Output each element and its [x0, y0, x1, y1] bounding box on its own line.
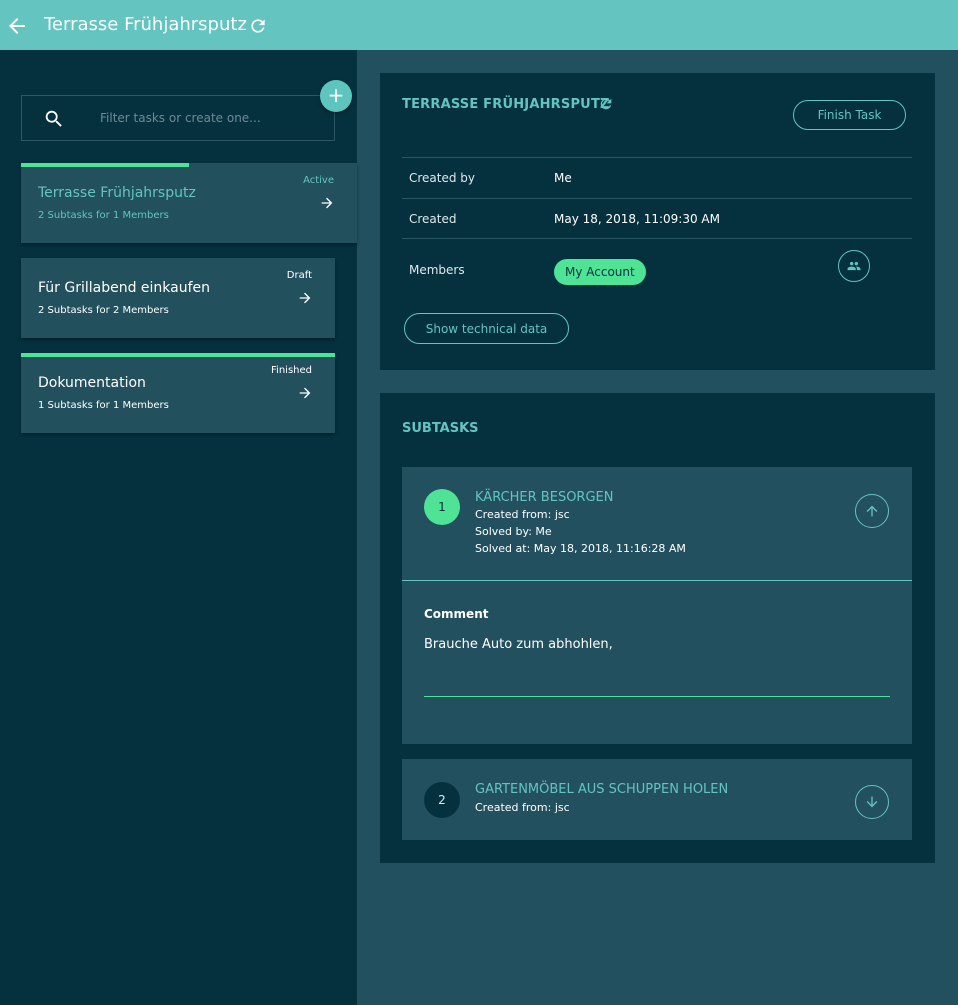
members-label: Members [409, 263, 465, 277]
arrow-right-icon [299, 387, 311, 399]
task-name: Für Grillabend einkaufen [38, 280, 211, 296]
subtask-number: 2 [424, 782, 460, 818]
task-subtitle: 2 Subtasks for 1 Members [38, 210, 169, 221]
members-row: Members My Account [402, 238, 912, 300]
task-detail-panel: TERRASSE FRÜHJAHRSPUTZ Finish Task Creat… [380, 73, 935, 370]
subtask-solved-by: Solved by: Me [475, 525, 552, 538]
created-by-label: Created by [409, 171, 476, 185]
task-status: Active [303, 175, 334, 186]
arrow-right-icon [299, 292, 311, 304]
task-name: Terrasse Frühjahrsputz [38, 185, 196, 201]
comment-textarea[interactable] [424, 637, 890, 697]
task-card-terrasse[interactable]: Terrasse Frühjahrsputz 2 Subtasks for 1 … [21, 163, 357, 243]
subtask-title: KÄRCHER BESORGEN [475, 490, 614, 505]
arrow-left-icon[interactable] [5, 14, 29, 38]
refresh-icon[interactable] [248, 16, 268, 36]
created-label: Created [409, 212, 457, 226]
search-input[interactable] [100, 106, 320, 130]
subtask-card: 1 KÄRCHER BESORGEN Created from: jsc Sol… [402, 467, 912, 744]
task-sidebar: + Terrasse Frühjahrsputz 2 Subtasks for … [0, 50, 357, 1005]
subtask-title: GARTENMÖBEL AUS SCHUPPEN HOLEN [475, 782, 729, 797]
subtasks-title: SUBTASKS [402, 421, 479, 436]
expand-subtask-button[interactable] [855, 785, 889, 819]
task-progress-bar [21, 163, 189, 167]
collapse-subtask-button[interactable] [855, 494, 889, 528]
created-value: May 18, 2018, 11:09:30 AM [554, 212, 720, 226]
arrow-right-icon [321, 197, 333, 209]
search-box [21, 95, 335, 141]
refresh-icon[interactable] [598, 96, 614, 112]
finish-task-button[interactable]: Finish Task [793, 100, 906, 130]
created-by-value: Me [554, 171, 572, 185]
subtasks-panel: SUBTASKS 1 KÄRCHER BESORGEN Created from… [380, 393, 935, 863]
member-chip[interactable]: My Account [554, 259, 646, 285]
subtask-solved-at: Solved at: May 18, 2018, 11:16:28 AM [475, 542, 686, 555]
task-name: Dokumentation [38, 375, 146, 391]
arrow-down-icon [866, 796, 878, 808]
search-icon [45, 110, 62, 127]
subtask-created-from: Created from: jsc [475, 508, 570, 521]
arrow-up-icon [866, 505, 878, 517]
task-progress-bar [21, 353, 335, 357]
created-by-row: Created by Me [402, 157, 912, 197]
page-title: Terrasse Frühjahrsputz [44, 14, 247, 35]
task-subtitle: 2 Subtasks for 2 Members [38, 305, 169, 316]
subtask-created-from: Created from: jsc [475, 801, 570, 814]
manage-members-button[interactable] [838, 250, 870, 282]
comment-section: Comment [402, 580, 912, 744]
app-header: Terrasse Frühjahrsputz [0, 0, 958, 50]
task-card-dokumentation[interactable]: Dokumentation 1 Subtasks for 1 Members F… [21, 353, 335, 433]
comment-label: Comment [424, 607, 489, 621]
subtask-card: 2 GARTENMÖBEL AUS SCHUPPEN HOLEN Created… [402, 759, 912, 840]
task-subtitle: 1 Subtasks for 1 Members [38, 400, 169, 411]
show-technical-data-button[interactable]: Show technical data [404, 313, 569, 344]
task-card-grillabend[interactable]: Für Grillabend einkaufen 2 Subtasks for … [21, 258, 335, 338]
group-icon [847, 261, 861, 271]
created-row: Created May 18, 2018, 11:09:30 AM [402, 198, 912, 238]
subtask-number: 1 [424, 489, 460, 525]
task-status: Draft [286, 270, 312, 281]
task-status: Finished [271, 365, 312, 376]
task-detail-title: TERRASSE FRÜHJAHRSPUTZ [402, 97, 610, 112]
add-task-button[interactable]: + [320, 80, 352, 112]
